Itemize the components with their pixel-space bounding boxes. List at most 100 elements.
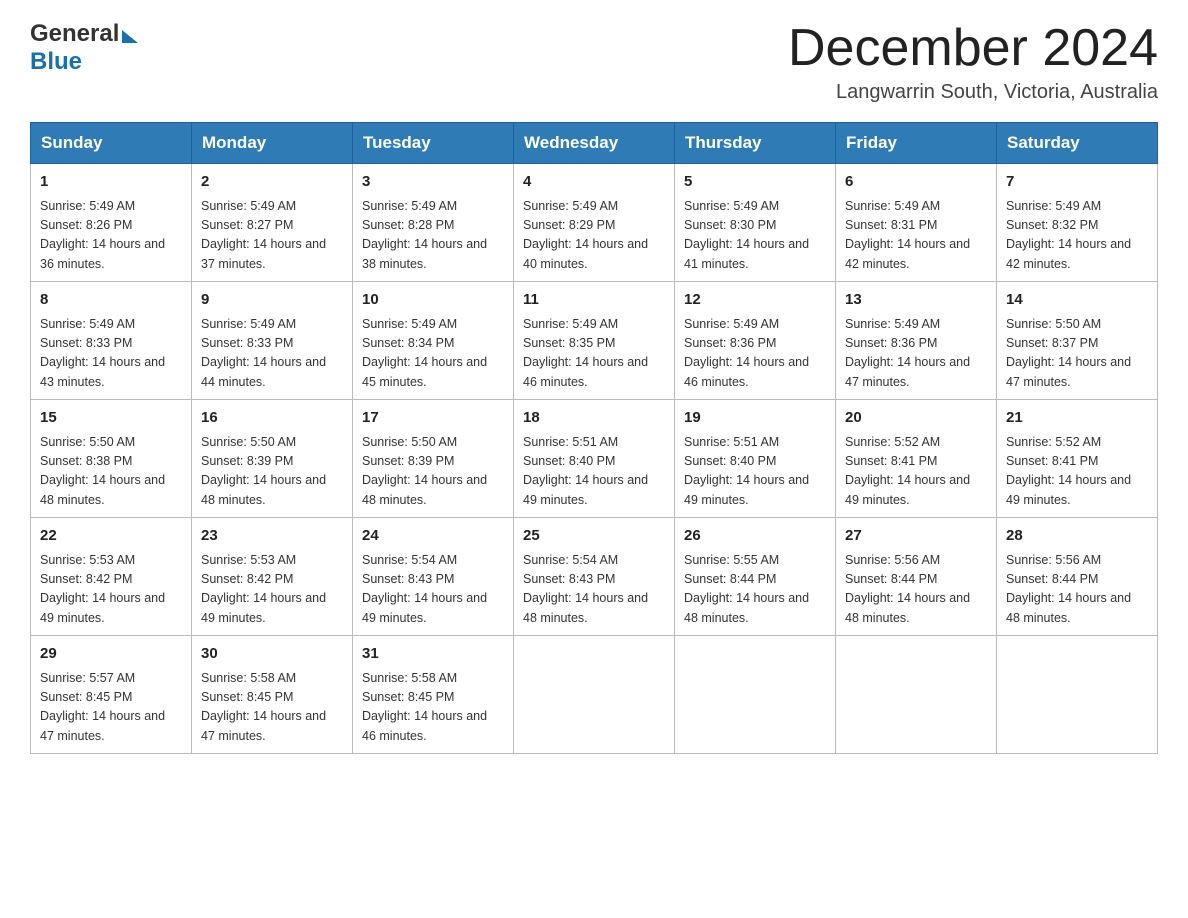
day-number: 20 xyxy=(845,407,987,430)
day-number: 23 xyxy=(201,525,343,548)
day-info: Sunrise: 5:54 AMSunset: 8:43 PMDaylight:… xyxy=(362,551,504,629)
table-row: 23 Sunrise: 5:53 AMSunset: 8:42 PMDaylig… xyxy=(192,518,353,636)
col-saturday: Saturday xyxy=(997,123,1158,164)
day-number: 30 xyxy=(201,643,343,666)
calendar-week-row: 22 Sunrise: 5:53 AMSunset: 8:42 PMDaylig… xyxy=(31,518,1158,636)
day-info: Sunrise: 5:49 AMSunset: 8:33 PMDaylight:… xyxy=(40,315,182,393)
day-info: Sunrise: 5:50 AMSunset: 8:39 PMDaylight:… xyxy=(362,433,504,511)
day-number: 25 xyxy=(523,525,665,548)
table-row: 31 Sunrise: 5:58 AMSunset: 8:45 PMDaylig… xyxy=(353,636,514,754)
day-info: Sunrise: 5:51 AMSunset: 8:40 PMDaylight:… xyxy=(523,433,665,511)
table-row xyxy=(836,636,997,754)
day-number: 16 xyxy=(201,407,343,430)
table-row: 9 Sunrise: 5:49 AMSunset: 8:33 PMDayligh… xyxy=(192,282,353,400)
col-thursday: Thursday xyxy=(675,123,836,164)
calendar-week-row: 8 Sunrise: 5:49 AMSunset: 8:33 PMDayligh… xyxy=(31,282,1158,400)
day-number: 2 xyxy=(201,171,343,194)
day-info: Sunrise: 5:49 AMSunset: 8:30 PMDaylight:… xyxy=(684,197,826,275)
day-number: 31 xyxy=(362,643,504,666)
day-number: 17 xyxy=(362,407,504,430)
day-info: Sunrise: 5:50 AMSunset: 8:39 PMDaylight:… xyxy=(201,433,343,511)
day-info: Sunrise: 5:53 AMSunset: 8:42 PMDaylight:… xyxy=(40,551,182,629)
table-row: 14 Sunrise: 5:50 AMSunset: 8:37 PMDaylig… xyxy=(997,282,1158,400)
location-subtitle: Langwarrin South, Victoria, Australia xyxy=(788,81,1158,104)
calendar-week-row: 29 Sunrise: 5:57 AMSunset: 8:45 PMDaylig… xyxy=(31,636,1158,754)
day-info: Sunrise: 5:56 AMSunset: 8:44 PMDaylight:… xyxy=(1006,551,1148,629)
col-monday: Monday xyxy=(192,123,353,164)
day-info: Sunrise: 5:49 AMSunset: 8:26 PMDaylight:… xyxy=(40,197,182,275)
day-number: 9 xyxy=(201,289,343,312)
day-info: Sunrise: 5:55 AMSunset: 8:44 PMDaylight:… xyxy=(684,551,826,629)
table-row: 20 Sunrise: 5:52 AMSunset: 8:41 PMDaylig… xyxy=(836,400,997,518)
col-sunday: Sunday xyxy=(31,123,192,164)
table-row: 2 Sunrise: 5:49 AMSunset: 8:27 PMDayligh… xyxy=(192,164,353,282)
day-number: 7 xyxy=(1006,171,1148,194)
day-number: 21 xyxy=(1006,407,1148,430)
table-row: 26 Sunrise: 5:55 AMSunset: 8:44 PMDaylig… xyxy=(675,518,836,636)
day-info: Sunrise: 5:49 AMSunset: 8:33 PMDaylight:… xyxy=(201,315,343,393)
day-number: 12 xyxy=(684,289,826,312)
calendar-week-row: 1 Sunrise: 5:49 AMSunset: 8:26 PMDayligh… xyxy=(31,164,1158,282)
day-number: 18 xyxy=(523,407,665,430)
col-wednesday: Wednesday xyxy=(514,123,675,164)
logo: General Blue xyxy=(30,20,138,76)
day-info: Sunrise: 5:58 AMSunset: 8:45 PMDaylight:… xyxy=(362,669,504,747)
day-info: Sunrise: 5:49 AMSunset: 8:35 PMDaylight:… xyxy=(523,315,665,393)
table-row: 15 Sunrise: 5:50 AMSunset: 8:38 PMDaylig… xyxy=(31,400,192,518)
table-row: 21 Sunrise: 5:52 AMSunset: 8:41 PMDaylig… xyxy=(997,400,1158,518)
table-row: 22 Sunrise: 5:53 AMSunset: 8:42 PMDaylig… xyxy=(31,518,192,636)
calendar-week-row: 15 Sunrise: 5:50 AMSunset: 8:38 PMDaylig… xyxy=(31,400,1158,518)
day-info: Sunrise: 5:57 AMSunset: 8:45 PMDaylight:… xyxy=(40,669,182,747)
table-row: 3 Sunrise: 5:49 AMSunset: 8:28 PMDayligh… xyxy=(353,164,514,282)
table-row: 27 Sunrise: 5:56 AMSunset: 8:44 PMDaylig… xyxy=(836,518,997,636)
table-row: 24 Sunrise: 5:54 AMSunset: 8:43 PMDaylig… xyxy=(353,518,514,636)
table-row xyxy=(997,636,1158,754)
day-number: 1 xyxy=(40,171,182,194)
col-tuesday: Tuesday xyxy=(353,123,514,164)
table-row: 11 Sunrise: 5:49 AMSunset: 8:35 PMDaylig… xyxy=(514,282,675,400)
title-block: December 2024 Langwarrin South, Victoria… xyxy=(788,20,1158,104)
day-info: Sunrise: 5:58 AMSunset: 8:45 PMDaylight:… xyxy=(201,669,343,747)
day-number: 22 xyxy=(40,525,182,548)
table-row: 28 Sunrise: 5:56 AMSunset: 8:44 PMDaylig… xyxy=(997,518,1158,636)
day-number: 29 xyxy=(40,643,182,666)
day-info: Sunrise: 5:49 AMSunset: 8:29 PMDaylight:… xyxy=(523,197,665,275)
day-info: Sunrise: 5:49 AMSunset: 8:36 PMDaylight:… xyxy=(684,315,826,393)
day-number: 27 xyxy=(845,525,987,548)
table-row xyxy=(514,636,675,754)
day-number: 4 xyxy=(523,171,665,194)
day-number: 8 xyxy=(40,289,182,312)
day-info: Sunrise: 5:49 AMSunset: 8:31 PMDaylight:… xyxy=(845,197,987,275)
day-info: Sunrise: 5:51 AMSunset: 8:40 PMDaylight:… xyxy=(684,433,826,511)
logo-blue-text: Blue xyxy=(30,48,82,76)
table-row: 5 Sunrise: 5:49 AMSunset: 8:30 PMDayligh… xyxy=(675,164,836,282)
day-number: 19 xyxy=(684,407,826,430)
day-number: 26 xyxy=(684,525,826,548)
table-row: 16 Sunrise: 5:50 AMSunset: 8:39 PMDaylig… xyxy=(192,400,353,518)
table-row: 18 Sunrise: 5:51 AMSunset: 8:40 PMDaylig… xyxy=(514,400,675,518)
day-info: Sunrise: 5:49 AMSunset: 8:28 PMDaylight:… xyxy=(362,197,504,275)
day-info: Sunrise: 5:52 AMSunset: 8:41 PMDaylight:… xyxy=(1006,433,1148,511)
table-row: 12 Sunrise: 5:49 AMSunset: 8:36 PMDaylig… xyxy=(675,282,836,400)
day-info: Sunrise: 5:49 AMSunset: 8:32 PMDaylight:… xyxy=(1006,197,1148,275)
day-number: 10 xyxy=(362,289,504,312)
table-row: 19 Sunrise: 5:51 AMSunset: 8:40 PMDaylig… xyxy=(675,400,836,518)
calendar-table: Sunday Monday Tuesday Wednesday Thursday… xyxy=(30,122,1158,754)
day-number: 28 xyxy=(1006,525,1148,548)
table-row: 29 Sunrise: 5:57 AMSunset: 8:45 PMDaylig… xyxy=(31,636,192,754)
table-row: 7 Sunrise: 5:49 AMSunset: 8:32 PMDayligh… xyxy=(997,164,1158,282)
day-info: Sunrise: 5:49 AMSunset: 8:36 PMDaylight:… xyxy=(845,315,987,393)
calendar-header-row: Sunday Monday Tuesday Wednesday Thursday… xyxy=(31,123,1158,164)
table-row: 1 Sunrise: 5:49 AMSunset: 8:26 PMDayligh… xyxy=(31,164,192,282)
day-info: Sunrise: 5:52 AMSunset: 8:41 PMDaylight:… xyxy=(845,433,987,511)
table-row: 17 Sunrise: 5:50 AMSunset: 8:39 PMDaylig… xyxy=(353,400,514,518)
day-info: Sunrise: 5:54 AMSunset: 8:43 PMDaylight:… xyxy=(523,551,665,629)
table-row: 30 Sunrise: 5:58 AMSunset: 8:45 PMDaylig… xyxy=(192,636,353,754)
day-info: Sunrise: 5:56 AMSunset: 8:44 PMDaylight:… xyxy=(845,551,987,629)
logo-general-text: General xyxy=(30,20,119,48)
table-row: 25 Sunrise: 5:54 AMSunset: 8:43 PMDaylig… xyxy=(514,518,675,636)
month-title: December 2024 xyxy=(788,20,1158,77)
day-number: 13 xyxy=(845,289,987,312)
table-row: 13 Sunrise: 5:49 AMSunset: 8:36 PMDaylig… xyxy=(836,282,997,400)
day-number: 5 xyxy=(684,171,826,194)
